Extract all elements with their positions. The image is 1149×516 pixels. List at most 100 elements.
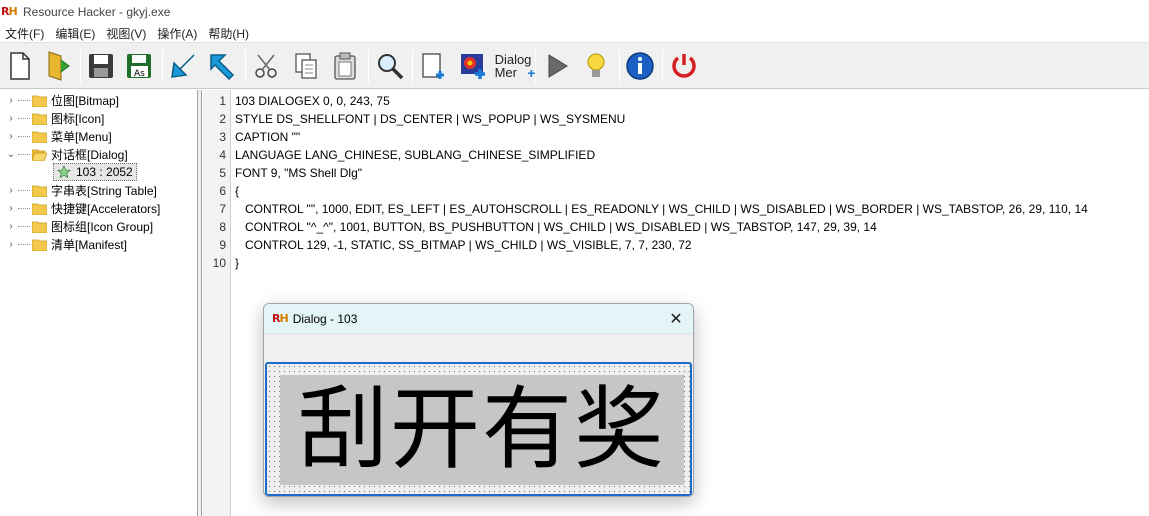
tree-item-icon-group[interactable]: › 图标组[Icon Group]	[0, 217, 153, 235]
tree-item-bitmap[interactable]: › 位图[Bitmap]	[0, 91, 119, 109]
star-icon	[57, 165, 71, 179]
info-icon	[626, 52, 654, 80]
chevron-right-icon[interactable]: ›	[6, 221, 16, 232]
chevron-right-icon[interactable]: ›	[6, 185, 16, 196]
window-title: Resource Hacker - gkyj.exe	[23, 5, 171, 19]
arrow-up-left-icon	[210, 54, 235, 81]
paste-button[interactable]	[327, 48, 363, 84]
tree-item-label: 图标[Icon]	[51, 111, 105, 126]
menu-view[interactable]: 视图(V)	[101, 25, 152, 42]
code-line[interactable]: CAPTION ""	[235, 128, 300, 146]
find-button[interactable]	[372, 48, 408, 84]
line-number: 6	[219, 184, 226, 198]
tree-item-label: 清单[Manifest]	[51, 237, 128, 252]
save-icon	[89, 54, 113, 78]
add-resource-button[interactable]	[416, 48, 452, 84]
folder-icon	[32, 221, 47, 233]
chevron-right-icon[interactable]: ›	[6, 113, 16, 124]
open-folder-icon	[32, 149, 47, 161]
search-icon	[378, 54, 404, 80]
export-button[interactable]	[165, 48, 201, 84]
line-number: 8	[219, 220, 226, 234]
folder-icon	[32, 185, 47, 197]
folder-icon	[32, 239, 47, 251]
app-logo-icon: RH	[272, 312, 289, 325]
tree-item-icon[interactable]: › 图标[Icon]	[0, 109, 104, 127]
folder-icon	[32, 113, 47, 125]
line-number: 10	[212, 256, 226, 270]
tree-item-manifest[interactable]: › 清单[Manifest]	[0, 235, 127, 253]
code-line[interactable]: CONTROL 129, -1, STATIC, SS_BITMAP | WS_…	[235, 236, 692, 254]
tree-item-label: 快捷键[Accelerators]	[51, 201, 161, 216]
add-image-resource-button[interactable]	[455, 48, 491, 84]
panel-splitter[interactable]	[198, 90, 202, 516]
scissors-icon	[255, 54, 277, 78]
add-file-icon	[422, 53, 444, 79]
add-image-icon	[461, 54, 485, 79]
svg-text:As: As	[134, 69, 145, 79]
dialog-merger-label-2: Mer	[494, 65, 517, 80]
dialog-merger-icon: Dialog Mer +	[494, 52, 536, 81]
code-line[interactable]: CONTROL "", 1000, EDIT, ES_LEFT | ES_AUT…	[235, 200, 1088, 218]
code-line[interactable]: STYLE DS_SHELLFONT | DS_CENTER | WS_POPU…	[235, 110, 625, 128]
compile-button[interactable]	[539, 48, 575, 84]
code-line[interactable]: }	[235, 254, 239, 272]
save-as-button[interactable]: As	[121, 48, 157, 84]
import-button[interactable]	[204, 48, 240, 84]
exit-button[interactable]	[666, 48, 702, 84]
line-number: 9	[219, 238, 226, 252]
tree-item-menu[interactable]: › 菜单[Menu]	[0, 127, 111, 145]
tree-item-label: 字串表[String Table]	[51, 183, 157, 198]
new-file-button[interactable]	[2, 48, 38, 84]
play-icon	[548, 54, 568, 78]
dialog-preview-window[interactable]: RH Dialog - 103 ✕ 刮开有奖	[263, 303, 694, 497]
copy-button[interactable]	[288, 48, 324, 84]
line-number: 2	[219, 112, 226, 126]
code-line[interactable]: CONTROL "^_^", 1001, BUTTON, BS_PUSHBUTT…	[235, 218, 877, 236]
chevron-right-icon[interactable]: ›	[6, 95, 16, 106]
tree-item-label: 对话框[Dialog]	[51, 147, 128, 162]
folder-icon	[32, 131, 47, 143]
code-line[interactable]: FONT 9, "MS Shell Dlg"	[235, 164, 362, 182]
menu-file[interactable]: 文件(F)	[0, 25, 50, 42]
resource-tree: › 位图[Bitmap] › 图标[Icon] › 菜单[Menu] ⌄ 对话框…	[0, 90, 198, 516]
folder-icon	[32, 95, 47, 107]
chevron-right-icon[interactable]: ›	[6, 131, 16, 142]
tree-item-label: 位图[Bitmap]	[51, 93, 120, 108]
tips-button[interactable]	[578, 48, 614, 84]
tree-item-string-table[interactable]: › 字串表[String Table]	[0, 181, 157, 199]
menu-help[interactable]: 帮助(H)	[203, 25, 255, 42]
save-button[interactable]	[83, 48, 119, 84]
tree-child-label: 103 : 2052	[76, 165, 133, 179]
cut-button[interactable]	[249, 48, 285, 84]
menu-edit[interactable]: 编辑(E)	[50, 25, 101, 42]
new-file-icon	[10, 52, 30, 80]
copy-icon	[295, 53, 317, 79]
tree-item-selected[interactable]: 103 : 2052	[53, 163, 137, 181]
dialog-title-bar[interactable]: RH Dialog - 103	[264, 304, 693, 334]
chevron-down-icon[interactable]: ⌄	[6, 149, 16, 160]
chevron-right-icon[interactable]: ›	[6, 203, 16, 214]
line-number: 3	[219, 130, 226, 144]
dialog-client-area[interactable]: 刮开有奖	[265, 362, 692, 496]
paste-icon	[334, 52, 356, 80]
open-folder-icon	[48, 51, 70, 81]
about-button[interactable]	[622, 48, 658, 84]
code-line[interactable]: {	[235, 182, 239, 200]
open-button[interactable]	[40, 48, 76, 84]
toolbar: As Dialog Mer +	[0, 42, 1149, 89]
close-icon[interactable]: ✕	[667, 310, 685, 328]
dialog-merger-button[interactable]: Dialog Mer +	[494, 48, 536, 84]
menu-action[interactable]: 操作(A)	[152, 25, 203, 42]
line-number: 7	[219, 202, 226, 216]
dialog-title: Dialog - 103	[292, 311, 358, 326]
tree-item-dialog[interactable]: ⌄ 对话框[Dialog]	[0, 145, 128, 163]
arrow-down-left-icon	[171, 54, 195, 78]
bitmap-control[interactable]: 刮开有奖	[280, 375, 684, 485]
code-line[interactable]: LANGUAGE LANG_CHINESE, SUBLANG_CHINESE_S…	[235, 146, 595, 164]
power-icon	[672, 54, 696, 78]
title-bar: RH Resource Hacker - gkyj.exe	[0, 0, 1149, 24]
chevron-right-icon[interactable]: ›	[6, 239, 16, 250]
tree-item-accelerators[interactable]: › 快捷键[Accelerators]	[0, 199, 160, 217]
code-line[interactable]: 103 DIALOGEX 0, 0, 243, 75	[235, 92, 390, 110]
